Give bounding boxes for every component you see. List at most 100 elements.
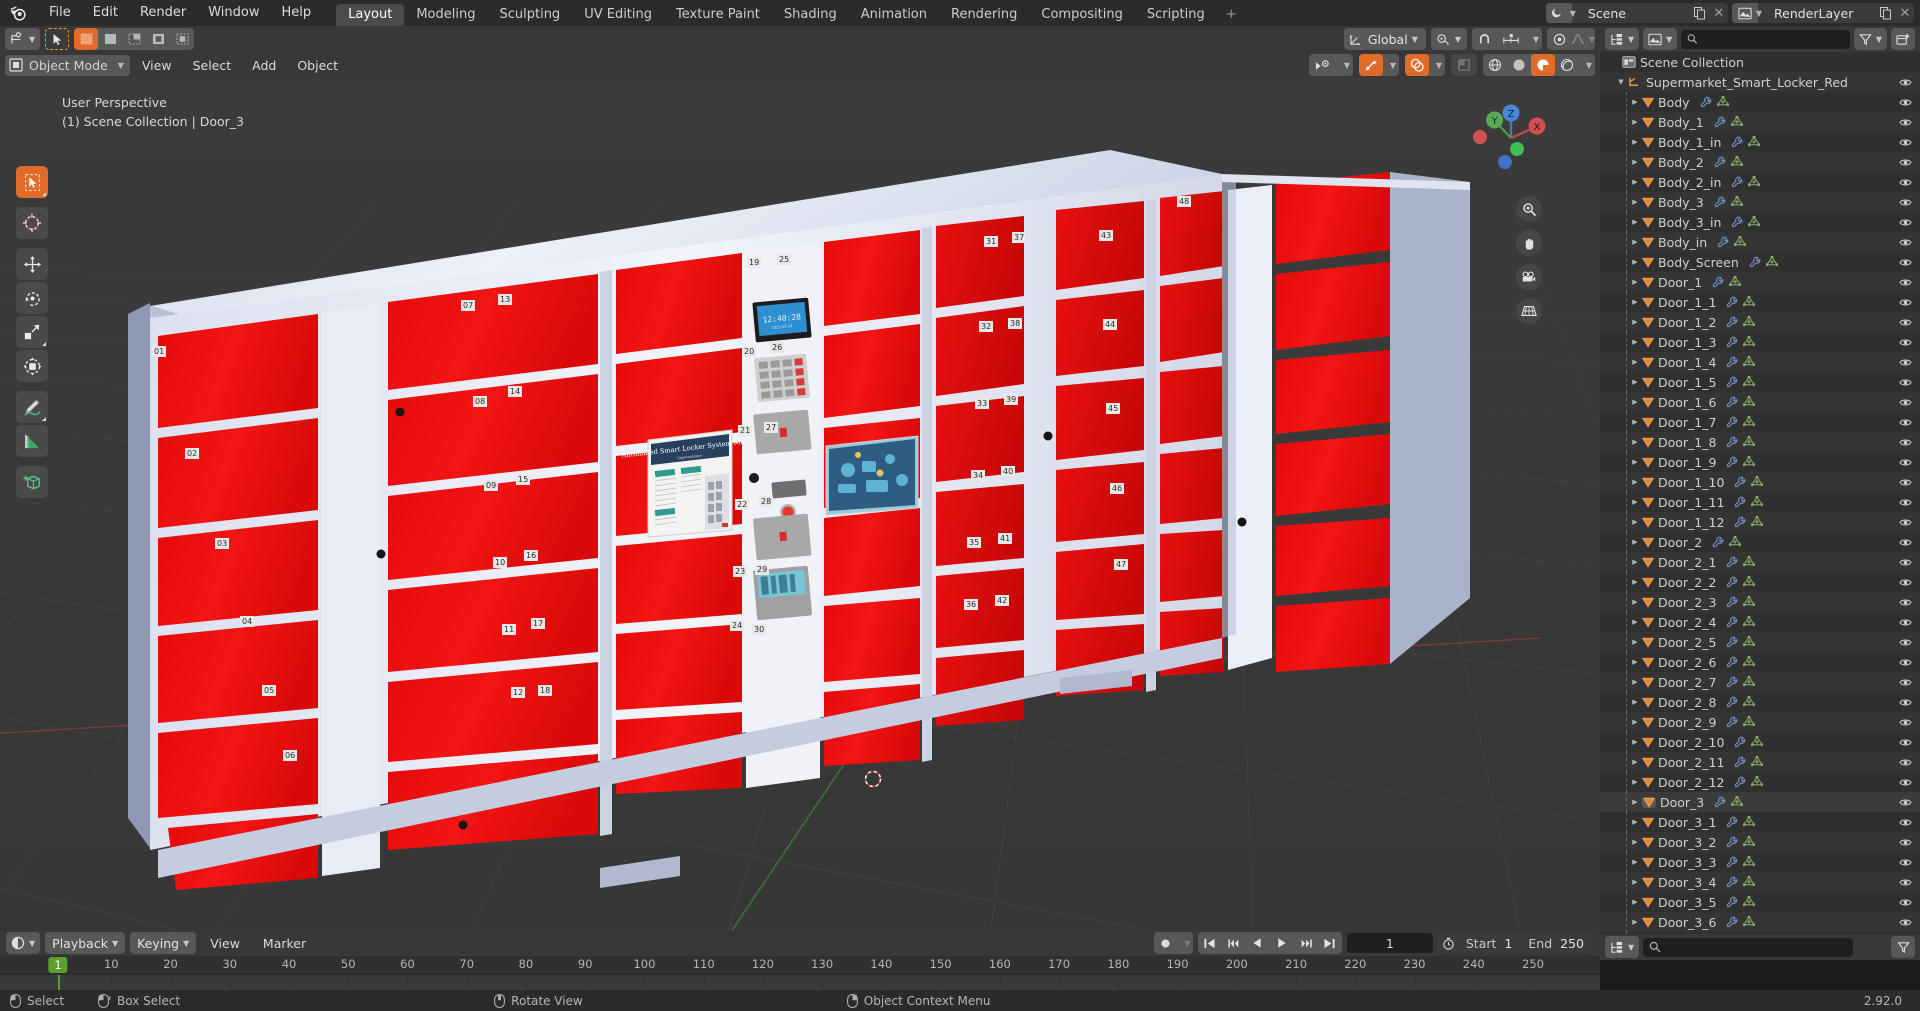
mesh-data-icon[interactable] (1747, 174, 1761, 190)
object-disclosure-triangle[interactable]: ▶ (1628, 198, 1642, 206)
workspace-tab-layout[interactable]: Layout (336, 4, 405, 26)
select-extend-button[interactable] (98, 28, 123, 50)
object-visibility-eye-icon[interactable] (1896, 197, 1914, 208)
object-disclosure-triangle[interactable]: ▶ (1628, 338, 1642, 346)
outliner-object-door_2_12[interactable]: ▶ Door_2_12 (1600, 772, 1920, 792)
modifier-wrench-icon[interactable] (1726, 655, 1738, 670)
mesh-data-icon[interactable] (1728, 274, 1742, 290)
interaction-mode-dropdown[interactable]: Object Mode ▼ (5, 54, 130, 76)
timeline-playhead-label[interactable]: 1 (48, 957, 68, 973)
object-visibility-eye-icon[interactable] (1896, 757, 1914, 768)
object-disclosure-triangle[interactable]: ▶ (1628, 458, 1642, 466)
modifier-wrench-icon[interactable] (1726, 455, 1738, 470)
mesh-data-icon[interactable] (1747, 214, 1761, 230)
shading-chevron-down-icon[interactable]: ▼ (1579, 54, 1595, 76)
object-disclosure-triangle[interactable]: ▶ (1628, 878, 1642, 886)
mesh-data-icon[interactable] (1742, 834, 1756, 850)
outliner-object-body_3_in[interactable]: ▶ Body_3_in (1600, 212, 1920, 232)
outliner-scene-collection[interactable]: Scene Collection (1600, 52, 1920, 72)
modifier-wrench-icon[interactable] (1726, 635, 1738, 650)
object-visibility-eye-icon[interactable] (1896, 697, 1914, 708)
add-cube-tool[interactable] (16, 466, 48, 498)
shading-material-preview-button[interactable] (1531, 54, 1555, 76)
outliner-editor[interactable]: ▼ ▼ ▼ Scene Collection ▼ Supermarket_Smart… (1600, 26, 1920, 960)
object-disclosure-triangle[interactable]: ▶ (1628, 918, 1642, 926)
viewlayer-new-icon[interactable] (1876, 6, 1896, 20)
object-type-visibility-icon[interactable] (1309, 54, 1337, 76)
viewport-menu-add[interactable]: Add (243, 55, 285, 76)
object-disclosure-triangle[interactable]: ▶ (1628, 218, 1642, 226)
object-visibility-eye-icon[interactable] (1896, 217, 1914, 228)
modifier-wrench-icon[interactable] (1749, 255, 1761, 270)
zoom-icon[interactable] (1516, 196, 1542, 222)
properties-filter-button[interactable] (1891, 936, 1915, 958)
modifier-wrench-icon[interactable] (1726, 335, 1738, 350)
measure-tool[interactable] (16, 425, 48, 457)
object-disclosure-triangle[interactable]: ▶ (1628, 598, 1642, 606)
modifier-wrench-icon[interactable] (1726, 855, 1738, 870)
mesh-data-icon[interactable] (1750, 734, 1764, 750)
object-visibility-eye-icon[interactable] (1896, 877, 1914, 888)
outliner-object-door_1_6[interactable]: ▶ Door_1_6 (1600, 392, 1920, 412)
object-visibility-eye-icon[interactable] (1896, 477, 1914, 488)
transform-orientation-dropdown[interactable]: Global ▼ (1343, 28, 1426, 50)
mesh-data-icon[interactable] (1728, 534, 1742, 550)
viewport-menu-object[interactable]: Object (288, 55, 347, 76)
modifier-wrench-icon[interactable] (1726, 375, 1738, 390)
viewport-menu-select[interactable]: Select (184, 55, 241, 76)
outliner-object-door_2_7[interactable]: ▶ Door_2_7 (1600, 672, 1920, 692)
mesh-data-icon[interactable] (1742, 634, 1756, 650)
footer-editor-type-button[interactable]: ▼ (1605, 936, 1640, 958)
modifier-wrench-icon[interactable] (1726, 675, 1738, 690)
gizmo-chevron-down-icon[interactable]: ▼ (1383, 54, 1399, 76)
outliner-object-body_screen[interactable]: ▶ Body_Screen (1600, 252, 1920, 272)
mesh-data-icon[interactable] (1765, 254, 1779, 270)
proportional-falloff-dropdown[interactable]: ▼ (1571, 28, 1595, 50)
menu-edit[interactable]: Edit (82, 2, 129, 24)
camera-icon[interactable] (1516, 264, 1542, 290)
viewlayer-remove-icon[interactable]: ✕ (1896, 6, 1914, 21)
mesh-data-icon[interactable] (1742, 434, 1756, 450)
jump-to-prev-keyframe-button[interactable] (1221, 932, 1246, 954)
outliner-object-door_2_2[interactable]: ▶ Door_2_2 (1600, 572, 1920, 592)
collection-disclosure-triangle[interactable]: ▼ (1614, 78, 1628, 86)
modifier-wrench-icon[interactable] (1731, 175, 1743, 190)
current-frame-field[interactable]: 1 (1346, 933, 1433, 953)
object-visibility-eye-icon[interactable] (1896, 177, 1914, 188)
object-disclosure-triangle[interactable]: ▶ (1628, 658, 1642, 666)
mesh-data-icon[interactable] (1750, 754, 1764, 770)
use-preview-range-icon[interactable] (1438, 937, 1460, 950)
overlay-chevron-down-icon[interactable]: ▼ (1429, 54, 1445, 76)
outliner-object-door_3_5[interactable]: ▶ Door_3_5 (1600, 892, 1920, 912)
outliner-object-body_3[interactable]: ▶ Body_3 (1600, 192, 1920, 212)
mesh-data-icon[interactable] (1733, 234, 1747, 250)
mesh-data-icon[interactable] (1742, 814, 1756, 830)
object-disclosure-triangle[interactable]: ▶ (1628, 158, 1642, 166)
object-disclosure-triangle[interactable]: ▶ (1628, 558, 1642, 566)
mesh-data-icon[interactable] (1730, 794, 1744, 810)
workspace-tab-rendering[interactable]: Rendering (939, 4, 1029, 26)
tweak-tool-indicator[interactable] (45, 28, 70, 50)
modifier-wrench-icon[interactable] (1712, 275, 1724, 290)
object-visibility-eye-icon[interactable] (1896, 397, 1914, 408)
outliner-object-door_2_5[interactable]: ▶ Door_2_5 (1600, 632, 1920, 652)
mesh-data-icon[interactable] (1742, 594, 1756, 610)
menu-help[interactable]: Help (271, 2, 323, 24)
menu-file[interactable]: File (38, 2, 82, 24)
object-visibility-eye-icon[interactable] (1896, 237, 1914, 248)
mesh-data-icon[interactable] (1742, 294, 1756, 310)
visibility-chevron-down-icon[interactable]: ▼ (1337, 54, 1353, 76)
end-frame-value[interactable]: 250 (1558, 936, 1594, 951)
shading-wireframe-button[interactable] (1483, 54, 1507, 76)
object-visibility-eye-icon[interactable] (1896, 657, 1914, 668)
object-disclosure-triangle[interactable]: ▶ (1628, 538, 1642, 546)
modifier-wrench-icon[interactable] (1731, 135, 1743, 150)
object-visibility-eye-icon[interactable] (1896, 817, 1914, 828)
blender-logo-icon[interactable] (8, 3, 28, 23)
mesh-data-icon[interactable] (1750, 494, 1764, 510)
outliner-object-door_2_9[interactable]: ▶ Door_2_9 (1600, 712, 1920, 732)
object-disclosure-triangle[interactable]: ▶ (1628, 418, 1642, 426)
object-visibility-eye-icon[interactable] (1896, 717, 1914, 728)
modifier-wrench-icon[interactable] (1726, 615, 1738, 630)
mesh-data-icon[interactable] (1742, 314, 1756, 330)
